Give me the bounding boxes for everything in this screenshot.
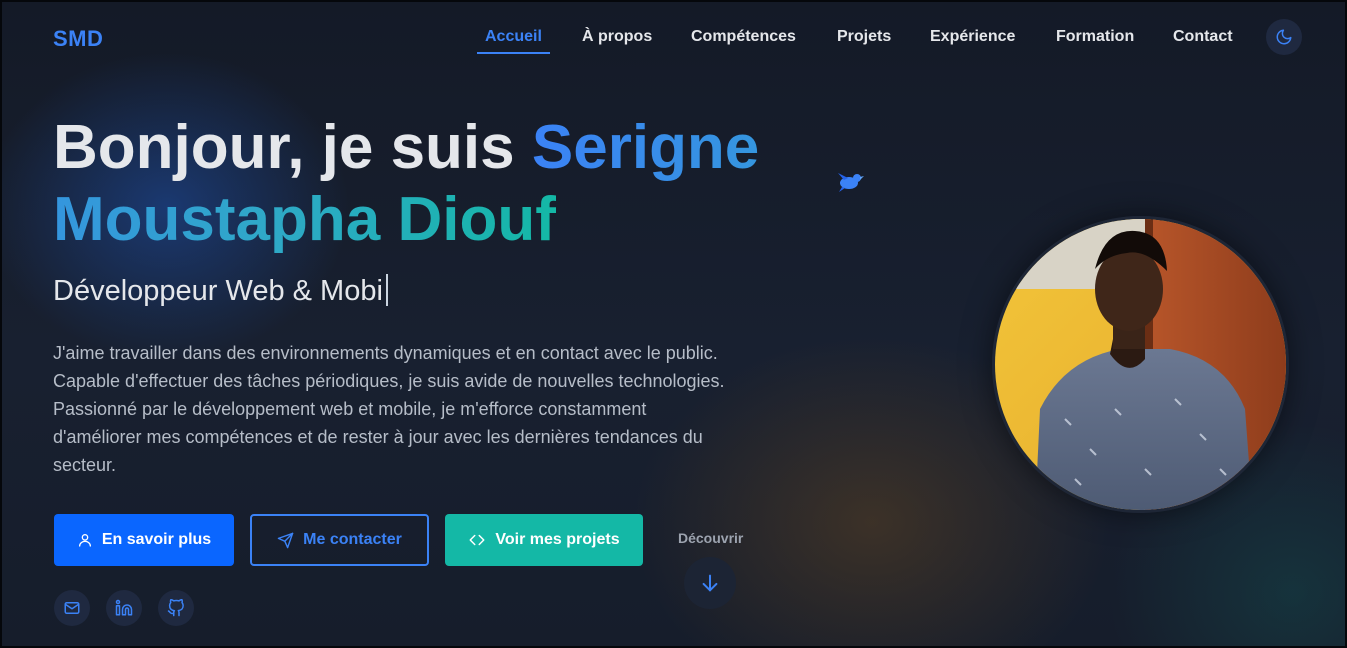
- page: SMD Accueil À propos Compétences Projets…: [0, 0, 1347, 648]
- github-link[interactable]: [158, 590, 194, 626]
- discover-label: Découvrir: [678, 530, 744, 546]
- nav-item-formation[interactable]: Formation: [1056, 28, 1134, 46]
- brand-logo[interactable]: SMD: [53, 26, 103, 52]
- user-icon: [78, 534, 91, 547]
- hero-role: Développeur Web & Mobi: [53, 274, 388, 308]
- scroll-down-button[interactable]: [684, 557, 736, 609]
- email-link[interactable]: [54, 590, 90, 626]
- hero-greeting: Bonjour, je suis: [53, 113, 532, 182]
- contact-me-label: Me contacter: [303, 531, 402, 548]
- contact-me-button[interactable]: Me contacter: [250, 514, 429, 566]
- nav-item-projets[interactable]: Projets: [837, 28, 891, 46]
- decorative-bird-icon: [838, 173, 864, 192]
- nav-item-accueil[interactable]: Accueil: [477, 28, 550, 54]
- moon-icon: [1276, 29, 1292, 45]
- nav-item-competences[interactable]: Compétences: [691, 28, 796, 46]
- nav-item-experience[interactable]: Expérience: [930, 28, 1015, 46]
- theme-toggle-button[interactable]: [1266, 19, 1302, 55]
- mail-icon: [64, 602, 80, 614]
- view-projects-button[interactable]: Voir mes projets: [445, 514, 643, 566]
- profile-photo: [992, 216, 1289, 513]
- learn-more-button[interactable]: En savoir plus: [54, 514, 234, 566]
- profile-portrait: [995, 219, 1286, 510]
- hero-title: Bonjour, je suis Serigne Moustapha Diouf: [53, 112, 813, 256]
- nav-item-a-propos[interactable]: À propos: [582, 28, 652, 46]
- typing-caret: [385, 274, 388, 306]
- nav-item-contact[interactable]: Contact: [1173, 28, 1233, 46]
- send-icon: [277, 532, 294, 548]
- linkedin-link[interactable]: [106, 590, 142, 626]
- hero-description: J'aime travailler dans des environnement…: [53, 343, 725, 475]
- github-icon: [167, 599, 184, 617]
- arrow-down-icon: [702, 574, 718, 592]
- learn-more-label: En savoir plus: [101, 531, 212, 548]
- code-icon: [469, 534, 485, 546]
- linkedin-icon: [115, 599, 133, 616]
- hero-role-text: Développeur Web & Mobi: [53, 275, 383, 307]
- view-projects-label: Voir mes projets: [495, 531, 620, 548]
